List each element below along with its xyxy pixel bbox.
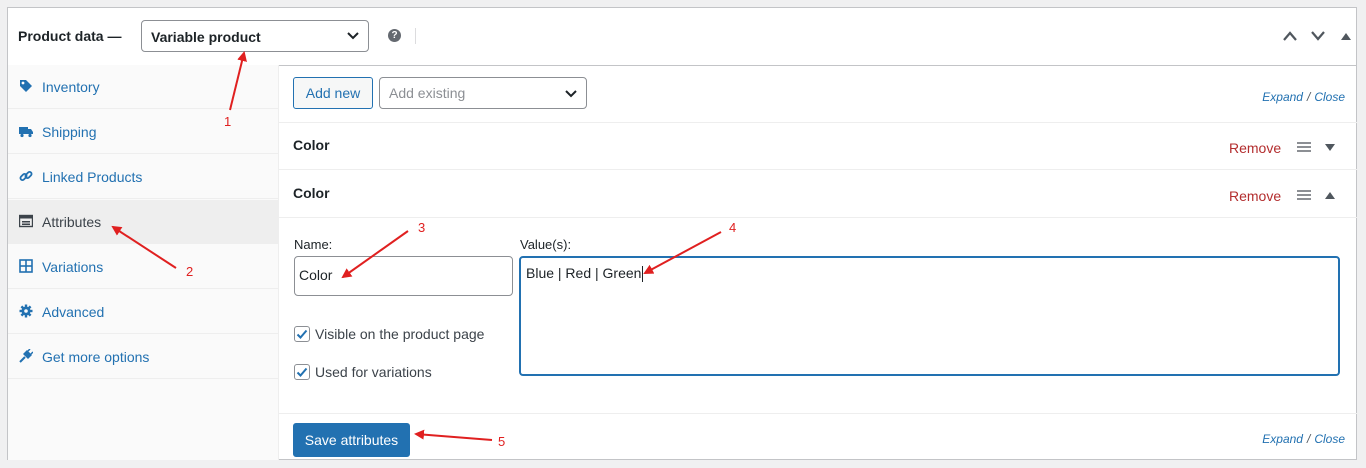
expand-link[interactable]: Expand <box>1262 90 1303 104</box>
attributes-toolbar: Add new Add existing Expand / Close <box>279 65 1357 123</box>
truck-icon <box>19 127 33 138</box>
add-existing-select[interactable]: Add existing <box>379 77 587 109</box>
chevron-down-icon <box>565 90 577 98</box>
remove-link[interactable]: Remove <box>1229 188 1281 204</box>
attributes-panel: Add new Add existing Expand / Close Color … <box>279 65 1357 460</box>
link-separator: / <box>1306 432 1311 446</box>
close-link[interactable]: Close <box>1314 432 1345 446</box>
annotation-label-5: 5 <box>498 434 506 449</box>
visible-checkbox[interactable] <box>294 326 310 342</box>
sidebar-item-variations[interactable]: Variations <box>8 245 278 289</box>
sidebar-item-advanced[interactable]: Advanced <box>8 290 278 334</box>
save-attributes-button[interactable]: Save attributes <box>293 423 410 457</box>
name-label: Name: <box>294 237 333 252</box>
attribute-name: Color <box>293 185 330 201</box>
checkmark-icon <box>296 367 308 377</box>
chevron-down-icon <box>347 32 359 40</box>
expand-close-links: Expand / Close <box>1262 90 1345 104</box>
values-text: Blue | Red | Green <box>526 265 642 281</box>
sidebar-item-get-more-options[interactable]: Get more options <box>8 335 278 379</box>
drag-handle-icon[interactable] <box>1297 142 1311 152</box>
link-separator: / <box>1306 90 1311 104</box>
sidebar-item-label: Advanced <box>42 304 105 320</box>
checkmark-icon <box>296 329 308 339</box>
sidebar-item-label: Attributes <box>42 214 102 230</box>
gear-icon <box>19 304 33 318</box>
tag-icon <box>20 80 32 92</box>
sidebar-item-label: Inventory <box>42 79 100 95</box>
link-icon <box>19 171 33 181</box>
attribute-edit-form: Name: Color Value(s): Blue | Red | Green… <box>279 218 1357 414</box>
visible-label: Visible on the product page <box>315 326 485 342</box>
expand-close-links: Expand / Close <box>1262 432 1345 446</box>
annotation-label-2: 2 <box>186 264 194 279</box>
annotation-label-3: 3 <box>418 220 426 235</box>
collapse-triangle-icon[interactable] <box>1341 32 1351 40</box>
product-type-value: Variable product <box>151 29 261 45</box>
add-existing-placeholder: Add existing <box>389 85 466 101</box>
annotation-label-1: 1 <box>224 114 232 129</box>
product-data-tabs: Inventory Shipping Linked Products Attri… <box>8 65 279 460</box>
sidebar-item-inventory[interactable]: Inventory <box>8 65 278 109</box>
list-icon <box>19 214 33 228</box>
expand-triangle-icon[interactable] <box>1325 144 1335 151</box>
remove-link[interactable]: Remove <box>1229 140 1281 156</box>
product-data-panel: Product data — Variable product ? Invent… <box>7 7 1357 460</box>
chevron-down-icon[interactable] <box>1310 30 1326 42</box>
values-label: Value(s): <box>520 237 572 252</box>
sidebar-item-label: Variations <box>42 259 104 275</box>
chevron-up-icon[interactable] <box>1282 30 1298 42</box>
attribute-row[interactable]: Color Remove <box>279 122 1357 170</box>
attribute-row[interactable]: Color Remove <box>279 170 1357 218</box>
attribute-name: Color <box>293 137 330 153</box>
expand-link[interactable]: Expand <box>1262 432 1303 446</box>
add-new-button[interactable]: Add new <box>293 77 373 109</box>
close-link[interactable]: Close <box>1314 90 1345 104</box>
panel-title: Product data — <box>18 28 122 44</box>
sidebar-item-attributes[interactable]: Attributes <box>8 200 278 244</box>
text-cursor <box>642 266 644 283</box>
sidebar-item-label: Get more options <box>42 349 150 365</box>
help-icon[interactable]: ? <box>388 29 401 42</box>
sidebar-item-shipping[interactable]: Shipping <box>8 110 278 154</box>
sidebar-item-label: Shipping <box>42 124 97 140</box>
drag-handle-icon[interactable] <box>1297 190 1311 200</box>
variations-label: Used for variations <box>315 364 432 380</box>
plugin-icon <box>19 349 33 363</box>
grid-icon <box>19 259 33 273</box>
values-textarea[interactable]: Blue | Red | Green <box>519 256 1340 376</box>
header-divider <box>415 28 416 44</box>
collapse-triangle-icon[interactable] <box>1325 192 1335 199</box>
annotation-label-4: 4 <box>729 220 737 235</box>
panel-header: Product data — Variable product ? <box>8 8 1356 66</box>
sidebar-item-label: Linked Products <box>42 169 143 185</box>
sidebar-item-linked-products[interactable]: Linked Products <box>8 155 278 199</box>
product-type-select[interactable]: Variable product <box>141 20 369 52</box>
variations-checkbox[interactable] <box>294 364 310 380</box>
name-field[interactable]: Color <box>294 256 513 296</box>
